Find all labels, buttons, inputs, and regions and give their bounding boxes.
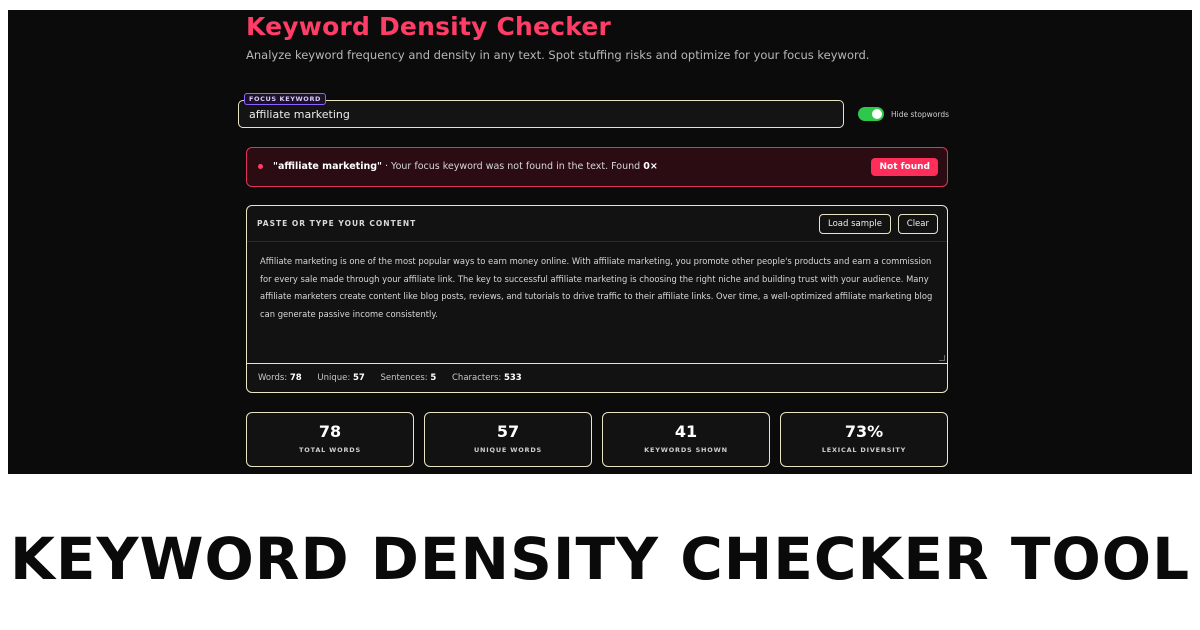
hide-stopwords-label: Hide stopwords bbox=[891, 109, 950, 119]
card-unique-words: 57 UNIQUE WORDS bbox=[424, 412, 592, 467]
keyword-alert: "affiliate marketing" · Your focus keywo… bbox=[246, 147, 948, 187]
alert-dot-icon bbox=[258, 164, 263, 169]
alert-message-text: · Your focus keyword was not found in th… bbox=[381, 161, 644, 172]
hide-stopwords-toggle[interactable] bbox=[858, 107, 884, 121]
summary-cards: 78 TOTAL WORDS 57 UNIQUE WORDS 41 KEYWOR… bbox=[246, 412, 948, 467]
stat-unique: Unique: 57 bbox=[317, 373, 365, 383]
content-panel-header: PASTE OR TYPE YOUR CONTENT Load sample C… bbox=[247, 206, 947, 242]
stat-words: Words: 78 bbox=[258, 373, 302, 383]
card-total-words: 78 TOTAL WORDS bbox=[246, 412, 414, 467]
focus-keyword-tag: FOCUS KEYWORD bbox=[244, 93, 327, 105]
toggle-knob bbox=[872, 109, 882, 119]
content-panel: PASTE OR TYPE YOUR CONTENT Load sample C… bbox=[246, 205, 948, 393]
hide-stopwords-control[interactable]: Hide stopwords bbox=[858, 107, 949, 121]
card-label: LEXICAL DIVERSITY bbox=[821, 446, 907, 454]
stat-characters: Characters: 533 bbox=[452, 373, 522, 383]
card-value: 78 bbox=[318, 422, 342, 441]
card-label: TOTAL WORDS bbox=[299, 446, 361, 454]
clear-button[interactable]: Clear bbox=[897, 214, 938, 234]
page-subtitle: Analyze keyword frequency and density in… bbox=[246, 48, 870, 62]
content-textarea[interactable]: Affiliate marketing is one of the most p… bbox=[247, 242, 947, 364]
content-stats: Words: 78 Unique: 57 Sentences: 5 Charac… bbox=[258, 373, 535, 383]
load-sample-button[interactable]: Load sample bbox=[819, 214, 891, 234]
card-label: KEYWORDS SHOWN bbox=[644, 446, 728, 454]
card-value: 57 bbox=[496, 422, 520, 441]
app-screen: Keyword Density Checker Analyze keyword … bbox=[8, 10, 1192, 474]
focus-keyword-field: FOCUS KEYWORD bbox=[238, 93, 844, 128]
card-keywords-shown: 41 KEYWORDS SHOWN bbox=[602, 412, 770, 467]
resize-handle-icon[interactable] bbox=[939, 355, 945, 361]
card-value: 73% bbox=[844, 422, 884, 441]
not-found-badge: Not found bbox=[871, 158, 938, 176]
content-text: Affiliate marketing is one of the most p… bbox=[260, 256, 933, 319]
card-label: UNIQUE WORDS bbox=[473, 446, 543, 454]
alert-count: 0× bbox=[643, 161, 658, 172]
alert-message: "affiliate marketing" · Your focus keywo… bbox=[273, 161, 658, 172]
card-lexical-diversity: 73% LEXICAL DIVERSITY bbox=[780, 412, 948, 467]
page-title: Keyword Density Checker bbox=[246, 12, 612, 41]
alert-keyword: "affiliate marketing" bbox=[273, 161, 382, 172]
banner-title: KEYWORD DENSITY CHECKER TOOL bbox=[9, 525, 1191, 593]
stat-sentences: Sentences: 5 bbox=[380, 373, 437, 383]
content-panel-label: PASTE OR TYPE YOUR CONTENT bbox=[257, 219, 417, 228]
focus-keyword-input[interactable] bbox=[238, 100, 844, 128]
card-value: 41 bbox=[674, 422, 698, 441]
caption-banner: KEYWORD DENSITY CHECKER TOOL bbox=[0, 488, 1200, 630]
